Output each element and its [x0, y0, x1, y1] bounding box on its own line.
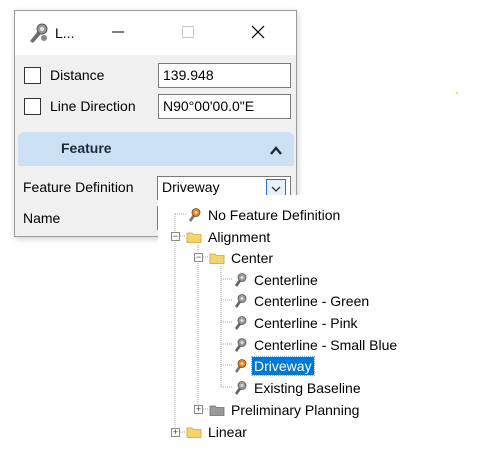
close-button[interactable]: [235, 17, 281, 49]
feature-section-header[interactable]: Feature: [18, 132, 294, 166]
line-direction-row: Line Direction N90°00'00.0"E: [15, 92, 296, 122]
close-icon: [250, 24, 266, 43]
feature-definition-icon: [232, 315, 248, 331]
tree-item-label: Center: [231, 249, 274, 266]
tree-item-centerline-pink[interactable]: Centerline - Pink: [232, 312, 360, 333]
maximize-button[interactable]: [165, 17, 211, 49]
tree-item-centerline-green[interactable]: Centerline - Green: [232, 290, 371, 311]
tree-item-label: Alignment: [208, 228, 271, 245]
feature-definition-icon: [232, 272, 248, 288]
tree-item-label: Existing Baseline: [254, 379, 361, 396]
section-title: Feature: [61, 140, 112, 156]
folder-icon: [209, 250, 225, 266]
tree-item-existing-baseline[interactable]: Existing Baseline: [232, 377, 363, 398]
tree-item-center[interactable]: Center: [209, 247, 275, 268]
collapse-alignment-toggle[interactable]: −: [171, 232, 180, 241]
tree-item-label: No Feature Definition: [208, 206, 341, 223]
minimize-button[interactable]: [95, 17, 141, 49]
distance-label: Distance: [50, 67, 105, 83]
title-bar[interactable]: L...: [15, 11, 296, 55]
collapse-center-toggle[interactable]: −: [194, 253, 203, 262]
folder-icon: [186, 229, 202, 245]
tree-item-alignment[interactable]: Alignment: [186, 226, 272, 247]
tree-item-label: Centerline: [254, 271, 318, 288]
name-label: Name: [23, 210, 61, 226]
feature-definition-icon: [232, 337, 248, 353]
expand-preliminary-toggle[interactable]: +: [194, 405, 203, 414]
window-title: L...: [55, 25, 75, 41]
tree-item-label: Preliminary Planning: [231, 401, 360, 418]
tree-item-preliminary-planning[interactable]: Preliminary Planning: [209, 399, 361, 420]
expand-linear-toggle[interactable]: +: [171, 428, 180, 437]
tree-item-driveway[interactable]: Driveway: [232, 355, 315, 376]
tree-item-label: Driveway: [251, 355, 315, 376]
distance-checkbox[interactable]: [24, 67, 41, 84]
tree-item-no-feature[interactable]: No Feature Definition: [186, 204, 342, 225]
feature-definition-icon: [232, 293, 248, 309]
feature-definition-tree: − − + + No Feature Definition Alignment …: [158, 195, 423, 445]
stray-pixel: [456, 92, 458, 94]
chevron-up-icon[interactable]: [270, 143, 282, 159]
feature-definition-label: Feature Definition: [23, 179, 134, 195]
minimize-icon: [111, 25, 125, 42]
folder-icon: [186, 424, 202, 440]
maximize-icon: [181, 25, 195, 42]
line-direction-checkbox[interactable]: [24, 98, 41, 115]
tree-item-centerline[interactable]: Centerline: [232, 269, 320, 290]
tool-settings-icon: [27, 22, 49, 44]
tree-item-centerline-small-blue[interactable]: Centerline - Small Blue: [232, 334, 399, 355]
line-direction-field[interactable]: N90°00'00.0"E: [158, 94, 291, 119]
tree-item-linear[interactable]: Linear: [186, 421, 249, 442]
tree-item-label: Centerline - Pink: [254, 314, 358, 331]
tree-item-label: Centerline - Green: [254, 292, 370, 309]
distance-field[interactable]: 139.948: [158, 63, 291, 88]
feature-definition-icon: [232, 380, 248, 396]
chevron-down-icon: [271, 180, 281, 196]
distance-row: Distance 139.948: [15, 61, 296, 91]
feature-definition-icon: [232, 358, 248, 374]
line-direction-label: Line Direction: [50, 98, 136, 114]
feature-definition-icon: [186, 207, 202, 223]
feature-definition-value: Driveway: [162, 179, 220, 195]
tree-item-label: Centerline - Small Blue: [254, 336, 398, 353]
tree-item-label: Linear: [208, 423, 247, 440]
folder-icon: [209, 402, 225, 418]
